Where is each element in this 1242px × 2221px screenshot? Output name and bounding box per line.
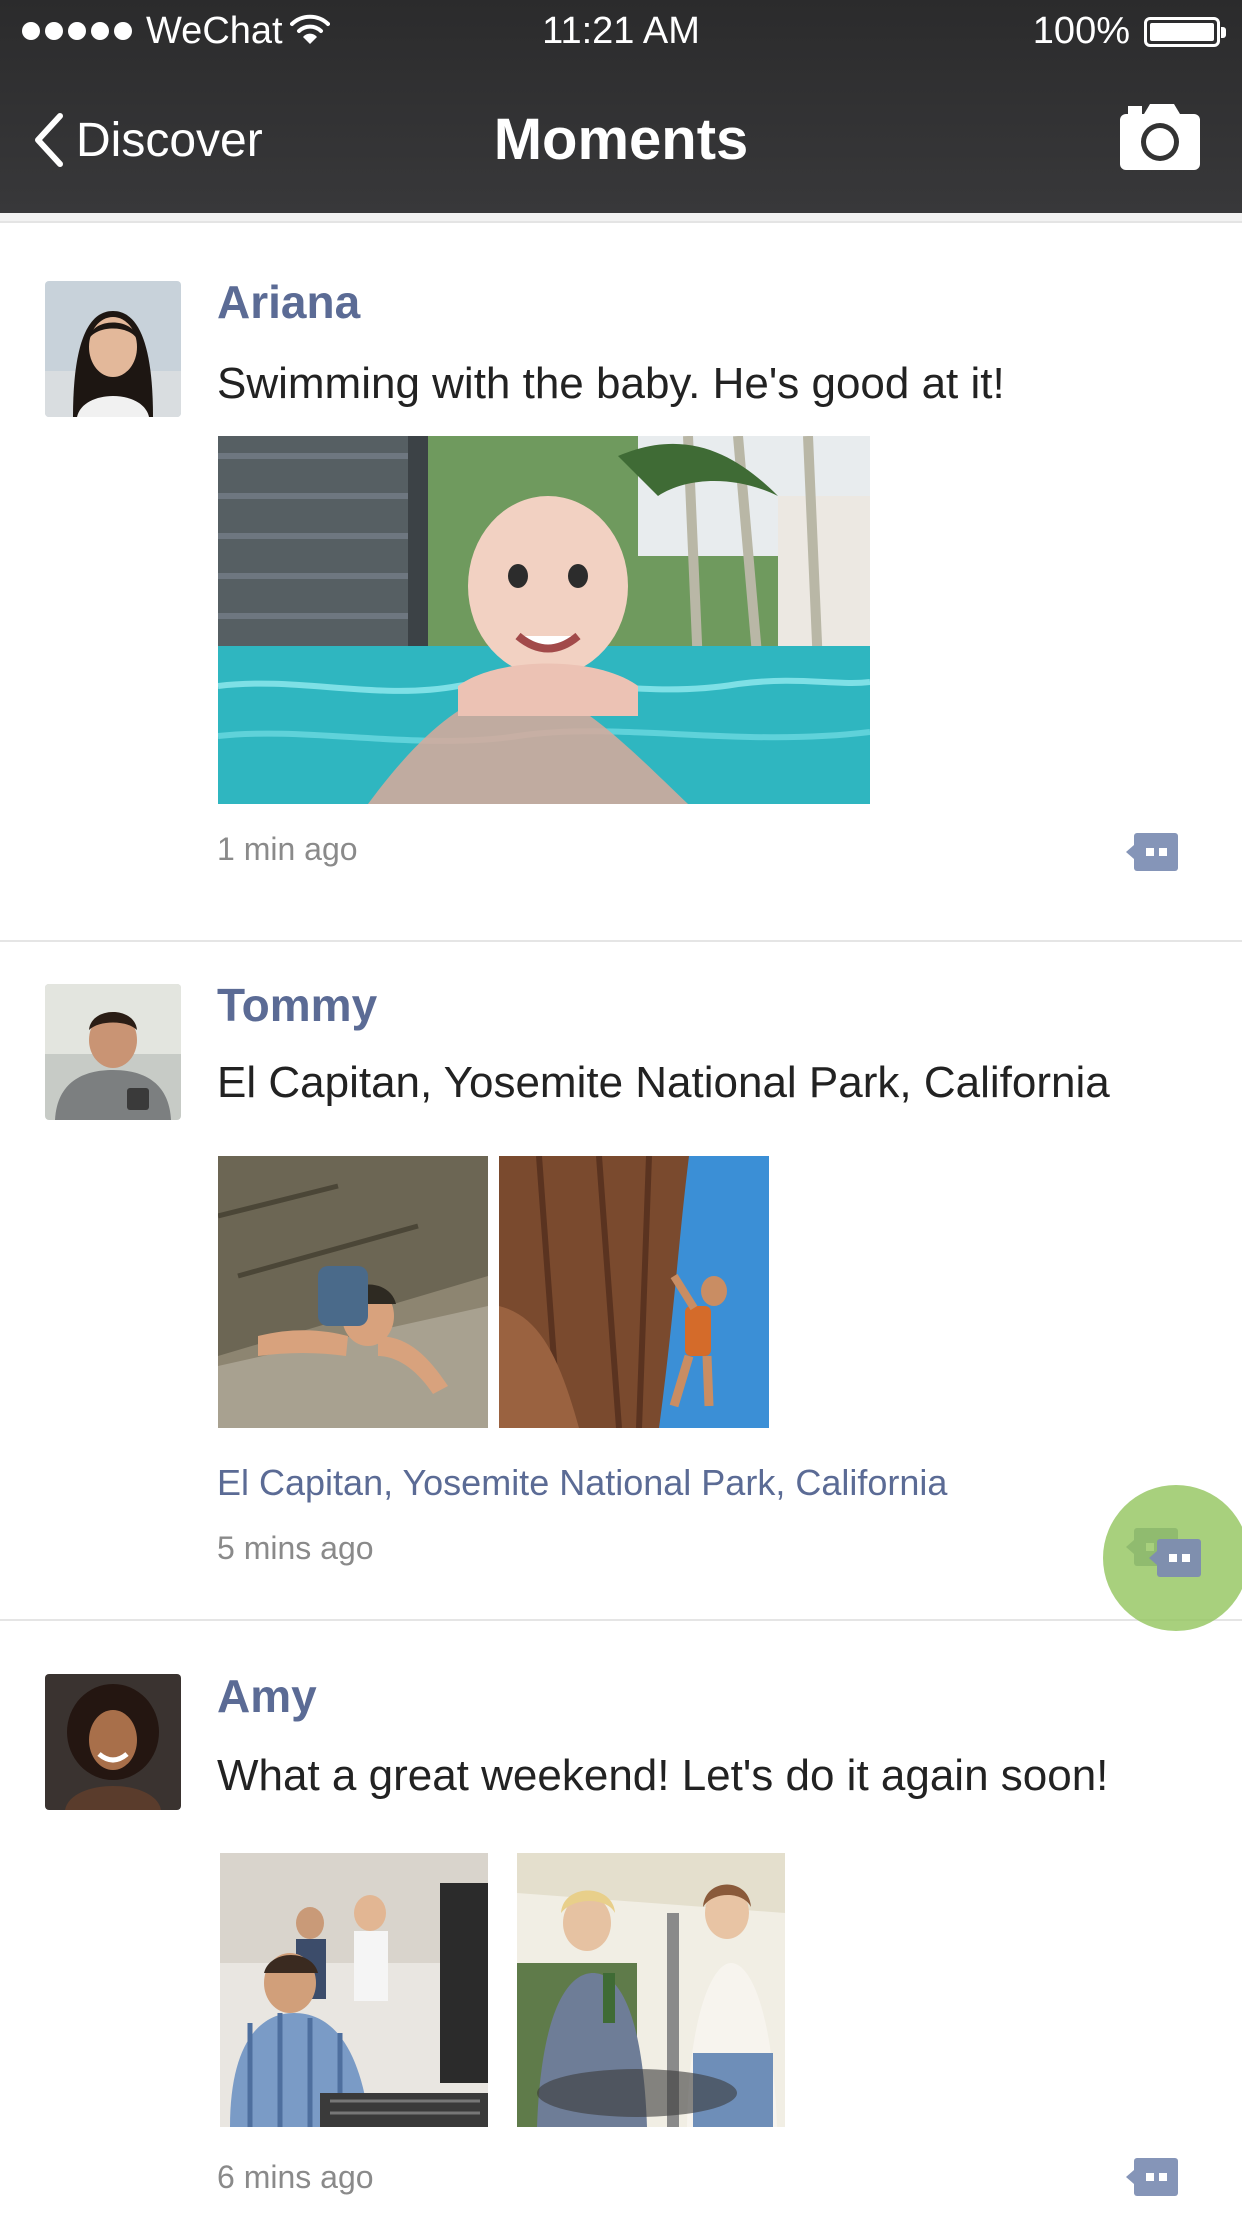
avatar-ariana-image: [45, 281, 181, 417]
post-text: El Capitan, Yosemite National Park, Cali…: [217, 1058, 1110, 1107]
post-author-name[interactable]: Tommy: [217, 978, 377, 1032]
post-photo[interactable]: [517, 1853, 785, 2127]
comment-icon: [1126, 833, 1178, 871]
feed-divider: [0, 213, 1242, 223]
top-bar: WeChat 11:21 AM 100% Discover Moments: [0, 0, 1242, 213]
post-author-name[interactable]: Amy: [217, 1669, 317, 1723]
post-author-name[interactable]: Ariana: [217, 275, 360, 329]
comment-button[interactable]: [1126, 831, 1180, 873]
baby-swimming-photo: [218, 436, 870, 804]
comment-icon: [1126, 2158, 1178, 2196]
post-text: What a great weekend! Let's do it again …: [217, 1751, 1109, 1800]
post-photo[interactable]: [218, 1156, 488, 1428]
post-timestamp: 1 min ago: [217, 831, 358, 867]
post-tommy: Tommy El Capitan, Yosemite National Park…: [0, 942, 1242, 1621]
comment-button[interactable]: [1126, 2156, 1180, 2198]
page-title: Moments: [493, 107, 749, 172]
post-photo[interactable]: [218, 436, 870, 804]
post-location-link[interactable]: El Capitan, Yosemite National Park, Cali…: [217, 1462, 947, 1504]
avatar-tommy-image: [45, 984, 181, 1120]
avatar-amy-image: [45, 1674, 181, 1810]
status-bar: WeChat 11:21 AM 100%: [0, 0, 1242, 62]
post-text: Swimming with the baby. He's good at it!: [217, 359, 1005, 408]
barbecue-grill-photo: [220, 1853, 488, 2127]
climber-on-cliff-photo: [499, 1156, 769, 1428]
battery-icon: [1144, 17, 1226, 47]
avatar[interactable]: [45, 1674, 181, 1810]
post-amy: Amy What a great weekend! Let's do it ag…: [0, 1621, 1242, 2221]
post-timestamp: 6 mins ago: [217, 2159, 374, 2195]
battery-percent: 100%: [1032, 10, 1130, 52]
post-photo[interactable]: [499, 1156, 769, 1428]
comment-icon: [1149, 1539, 1201, 1577]
moments-feed: Ariana Swimming with the baby. He's good…: [0, 213, 1242, 2221]
post-ariana: Ariana Swimming with the baby. He's good…: [0, 223, 1242, 942]
avatar[interactable]: [45, 984, 181, 1120]
climber-on-rock-photo: [218, 1156, 488, 1428]
touch-indicator: [1103, 1485, 1242, 1631]
camera-icon[interactable]: [1118, 100, 1202, 172]
avatar[interactable]: [45, 281, 181, 417]
post-timestamp: 5 mins ago: [217, 1530, 374, 1566]
nav-bar: Discover Moments: [0, 70, 1242, 213]
post-photo[interactable]: [220, 1853, 488, 2127]
friends-drinking-photo: [517, 1853, 785, 2127]
